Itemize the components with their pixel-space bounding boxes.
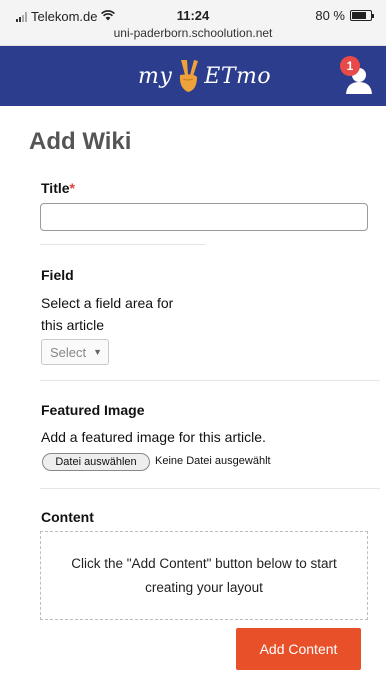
address-bar-url[interactable]: uni-paderborn.schoolution.net — [0, 26, 386, 40]
dropzone-text-line1: Click the "Add Content" button below to … — [71, 556, 337, 571]
choose-file-button[interactable]: Datei auswählen — [42, 453, 150, 471]
battery-percent: 80 % — [315, 8, 345, 23]
divider — [40, 244, 206, 245]
field-select[interactable]: Select ▼ — [41, 339, 109, 365]
app-header: my ETmo 1 — [0, 46, 386, 106]
field-description-line2: this article — [41, 317, 105, 333]
divider — [40, 488, 380, 489]
field-label: Field — [41, 267, 74, 283]
content-dropzone: Click the "Add Content" button below to … — [40, 531, 368, 620]
file-status: Keine Datei ausgewählt — [155, 455, 271, 467]
title-input[interactable] — [40, 203, 368, 231]
content-label: Content — [41, 509, 94, 525]
add-content-button[interactable]: Add Content — [236, 628, 361, 670]
logo-text-left: my — [138, 63, 173, 89]
featured-image-label: Featured Image — [41, 402, 145, 418]
app-logo[interactable]: my ETmo — [138, 52, 271, 100]
title-label: Title* — [41, 180, 75, 196]
logo-text-right: ETmo — [204, 63, 272, 89]
user-menu-button[interactable]: 1 — [340, 56, 374, 96]
peace-hand-logo-icon — [180, 60, 199, 92]
status-bar: Telekom.de 11:24 uni-paderborn.schooluti… — [0, 0, 386, 46]
required-mark: * — [69, 180, 75, 196]
field-select-value: Select — [50, 345, 87, 360]
battery-fill — [352, 12, 367, 19]
divider — [40, 380, 380, 381]
field-description-line1: Select a field area for — [41, 295, 174, 311]
chevron-down-icon: ▼ — [93, 347, 102, 357]
page-title: Add Wiki — [29, 128, 132, 155]
notification-badge[interactable]: 1 — [340, 56, 360, 76]
dropzone-text-line2: creating your layout — [145, 580, 263, 595]
battery-group: 80 % — [315, 8, 374, 23]
title-label-text: Title — [41, 180, 70, 196]
battery-icon — [350, 10, 374, 21]
featured-image-description: Add a featured image for this article. — [41, 429, 266, 445]
